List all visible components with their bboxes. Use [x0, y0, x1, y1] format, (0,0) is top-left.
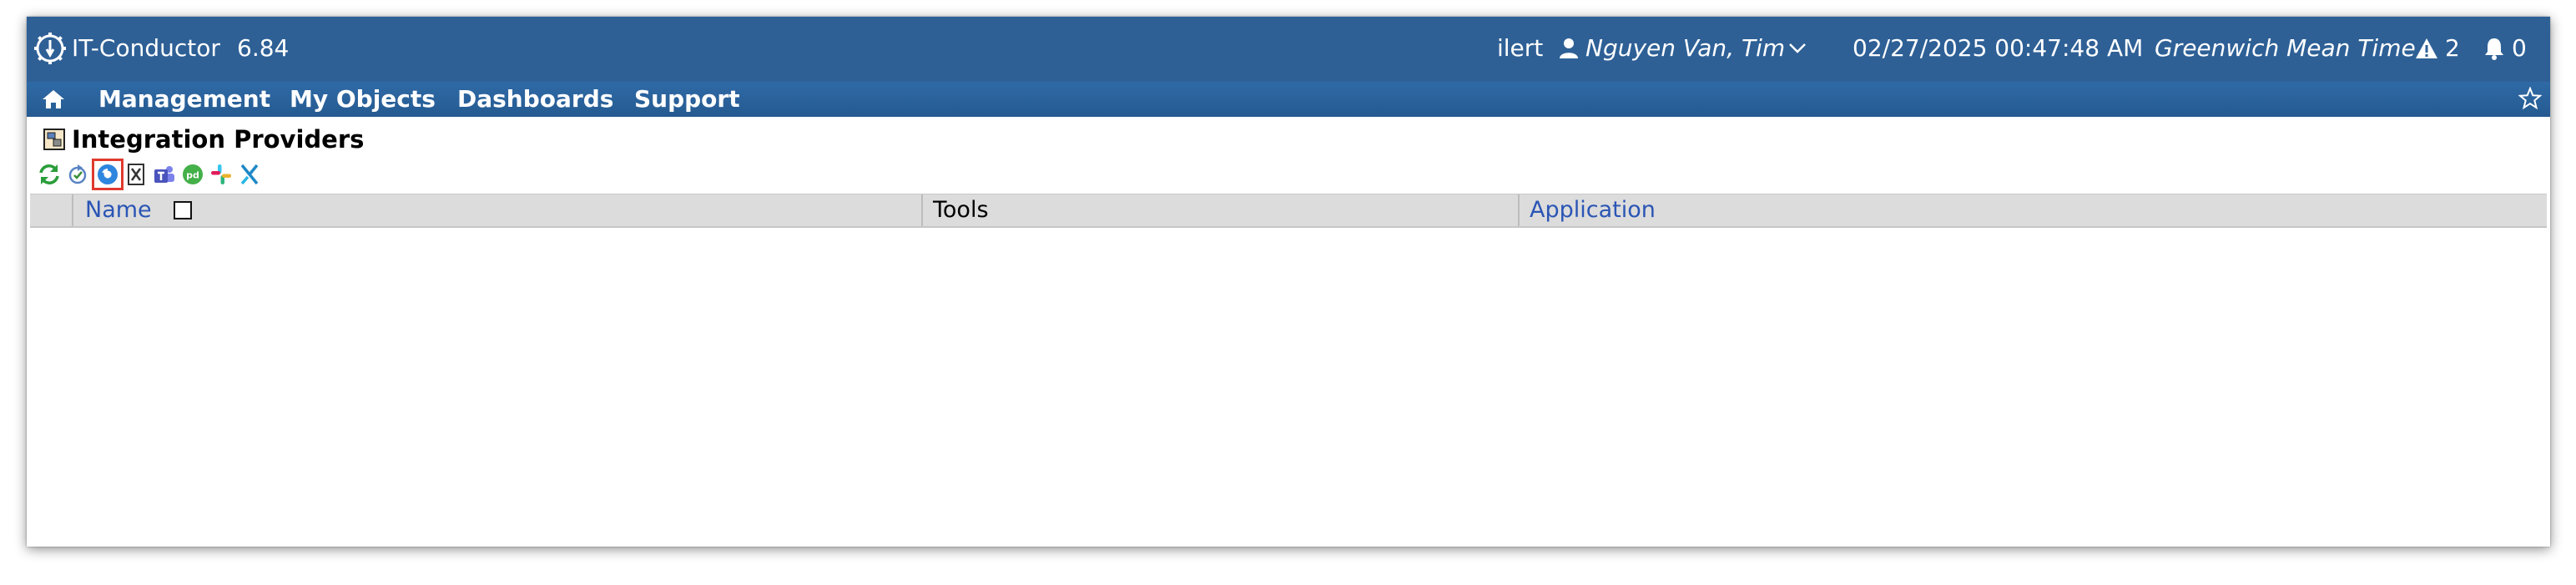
- chevron-down-icon: [1789, 43, 1807, 53]
- nav-dashboards[interactable]: Dashboards: [457, 82, 613, 117]
- gear-logo-icon: [34, 33, 66, 64]
- notifications-button[interactable]: 0: [2483, 33, 2527, 64]
- svg-text:pd: pd: [186, 170, 199, 181]
- star-icon[interactable]: [2518, 87, 2542, 110]
- alerts-button[interactable]: 2: [2415, 33, 2460, 64]
- nav-my-objects[interactable]: My Objects: [290, 82, 436, 117]
- xmatters-icon[interactable]: [237, 162, 262, 187]
- top-header: IT-Conductor 6.84 ilert Nguyen Van, Tim …: [27, 17, 2550, 82]
- teams-icon[interactable]: [152, 162, 177, 187]
- alerts-count: 2: [2445, 34, 2460, 62]
- ilert-icon[interactable]: [92, 159, 124, 190]
- slack-icon[interactable]: [209, 162, 234, 187]
- column-divider[interactable]: [921, 194, 923, 226]
- user-icon: [1560, 38, 1578, 58]
- user-menu[interactable]: Nguyen Van, Tim: [1559, 33, 1807, 64]
- app-version: 6.84: [237, 34, 290, 62]
- jira-icon[interactable]: [124, 162, 149, 187]
- table-header: Name Tools Application: [30, 194, 2547, 228]
- home-icon[interactable]: [42, 88, 65, 110]
- column-header-tools: Tools: [933, 197, 989, 223]
- column-header-name[interactable]: Name: [85, 194, 152, 226]
- timezone-label[interactable]: Greenwich Mean Time: [2155, 33, 2416, 64]
- app-title: IT-Conductor: [72, 34, 220, 62]
- nav-support[interactable]: Support: [634, 82, 740, 117]
- table-body: [30, 227, 2547, 536]
- pagerduty-icon[interactable]: pd: [180, 162, 205, 187]
- select-all-checkbox[interactable]: [174, 201, 192, 219]
- integration-provider-icon: [43, 129, 65, 150]
- bell-icon: [2485, 38, 2503, 60]
- page-title: Integration Providers: [72, 125, 365, 154]
- refresh-icon[interactable]: [37, 162, 62, 187]
- main-nav: Management My Objects Dashboards Support: [27, 82, 2550, 117]
- column-divider[interactable]: [1518, 194, 1520, 226]
- current-datetime: 02/27/2025 00:47:48 AM: [1853, 34, 2144, 62]
- nav-management[interactable]: Management: [98, 82, 270, 117]
- column-divider: [72, 194, 73, 226]
- column-header-application[interactable]: Application: [1530, 194, 1656, 226]
- user-name: Nguyen Van, Tim: [1585, 34, 1786, 62]
- notifications-count: 0: [2512, 34, 2527, 62]
- reload-icon[interactable]: [65, 162, 90, 187]
- tenant-name[interactable]: ilert: [1497, 33, 1543, 64]
- app-window: IT-Conductor 6.84 ilert Nguyen Van, Tim …: [27, 17, 2550, 547]
- warning-icon: [2416, 38, 2437, 58]
